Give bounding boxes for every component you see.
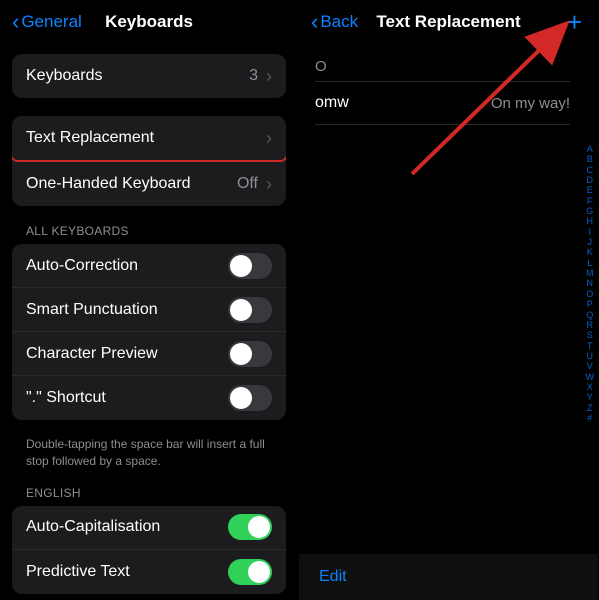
row-label: Auto-Capitalisation <box>26 518 160 536</box>
index-letter[interactable]: W <box>586 372 595 382</box>
settings-keyboards-screen: ‹ General Keyboards Keyboards 3 › Text R… <box>0 0 299 600</box>
index-letter[interactable]: G <box>586 206 593 216</box>
index-letter[interactable]: I <box>588 227 591 237</box>
replacement-item[interactable]: omw On my way! <box>315 82 570 125</box>
auto-correction-toggle[interactable] <box>228 253 272 279</box>
chevron-left-icon: ‹ <box>12 11 19 33</box>
index-letter[interactable]: Q <box>586 310 593 320</box>
nav-bar: ‹ Back Text Replacement + <box>299 0 598 44</box>
chevron-right-icon: › <box>266 66 272 87</box>
text-replacement-screen: ‹ Back Text Replacement + O omw On my wa… <box>299 0 598 600</box>
row-label: One-Handed Keyboard <box>26 175 191 193</box>
row-label: Text Replacement <box>26 129 154 147</box>
alphabet-index[interactable]: ABCDEFGHIJKLMNOPQRSTUVWXYZ# <box>586 144 595 423</box>
section-letter: O <box>315 44 570 82</box>
row-label: Smart Punctuation <box>26 301 158 319</box>
index-letter[interactable]: B <box>587 154 593 164</box>
one-handed-value: Off <box>237 175 258 193</box>
row-label: Keyboards <box>26 67 103 85</box>
index-letter[interactable]: Z <box>587 403 593 413</box>
row-label: Auto-Correction <box>26 257 138 275</box>
keyboards-count: 3 <box>249 67 258 85</box>
shortcut-text: On my way! <box>491 95 570 112</box>
keyboards-group: Keyboards 3 › <box>12 54 286 98</box>
chevron-left-icon: ‹ <box>311 11 318 33</box>
section-header-all: ALL KEYBOARDS <box>12 224 286 244</box>
index-letter[interactable]: M <box>586 268 594 278</box>
auto-capitalisation-row: Auto-Capitalisation <box>12 506 286 550</box>
dot-shortcut-toggle[interactable] <box>228 385 272 411</box>
dot-shortcut-row: "." Shortcut <box>12 376 286 420</box>
index-letter[interactable]: R <box>587 320 594 330</box>
chevron-right-icon: › <box>266 174 272 195</box>
index-letter[interactable]: # <box>587 413 592 423</box>
english-group: Auto-Capitalisation Predictive Text <box>12 506 286 594</box>
character-preview-toggle[interactable] <box>228 341 272 367</box>
index-letter[interactable]: E <box>587 185 593 195</box>
auto-capitalisation-toggle[interactable] <box>228 514 272 540</box>
smart-punctuation-toggle[interactable] <box>228 297 272 323</box>
section-header-english: ENGLISH <box>12 486 286 506</box>
index-letter[interactable]: A <box>587 144 593 154</box>
character-preview-row: Character Preview <box>12 332 286 376</box>
all-keyboards-group: Auto-Correction Smart Punctuation Charac… <box>12 244 286 420</box>
row-label: "." Shortcut <box>26 389 106 407</box>
index-letter[interactable]: T <box>587 341 593 351</box>
nav-bar: ‹ General Keyboards <box>0 0 298 44</box>
predictive-text-row: Predictive Text <box>12 550 286 594</box>
index-letter[interactable]: P <box>587 299 593 309</box>
phrase-text: omw <box>315 94 349 112</box>
footer-note: Double-tapping the space bar will insert… <box>12 428 286 486</box>
predictive-text-toggle[interactable] <box>228 559 272 585</box>
chevron-right-icon: › <box>266 128 272 149</box>
edit-button[interactable]: Edit <box>299 554 598 600</box>
index-letter[interactable]: X <box>587 382 593 392</box>
index-letter[interactable]: C <box>587 165 594 175</box>
index-letter[interactable]: U <box>587 351 594 361</box>
index-letter[interactable]: S <box>587 330 593 340</box>
smart-punctuation-row: Smart Punctuation <box>12 288 286 332</box>
plus-icon: + <box>567 7 582 37</box>
text-replacement-row[interactable]: Text Replacement › <box>12 116 286 160</box>
page-title: Text Replacement <box>376 12 520 32</box>
back-button[interactable]: ‹ General <box>12 11 82 33</box>
index-letter[interactable]: F <box>587 196 593 206</box>
index-letter[interactable]: O <box>586 289 593 299</box>
index-letter[interactable]: J <box>588 237 593 247</box>
index-letter[interactable]: H <box>587 216 594 226</box>
add-button[interactable]: + <box>563 9 586 35</box>
highlight-annotation: Text Replacement › <box>12 116 286 162</box>
index-letter[interactable]: Y <box>587 392 593 402</box>
index-letter[interactable]: L <box>587 258 592 268</box>
auto-correction-row: Auto-Correction <box>12 244 286 288</box>
text-replacement-group: Text Replacement › One-Handed Keyboard O… <box>12 116 286 206</box>
row-label: Predictive Text <box>26 563 130 581</box>
index-letter[interactable]: N <box>587 278 594 288</box>
back-label: Back <box>320 12 358 32</box>
edit-label: Edit <box>319 568 347 585</box>
back-button[interactable]: ‹ Back <box>311 11 358 33</box>
index-letter[interactable]: K <box>587 247 593 257</box>
page-title: Keyboards <box>105 12 193 32</box>
row-label: Character Preview <box>26 345 158 363</box>
one-handed-row[interactable]: One-Handed Keyboard Off › <box>12 162 286 206</box>
index-letter[interactable]: D <box>587 175 594 185</box>
back-label: General <box>21 12 81 32</box>
keyboards-row[interactable]: Keyboards 3 › <box>12 54 286 98</box>
index-letter[interactable]: V <box>587 361 593 371</box>
